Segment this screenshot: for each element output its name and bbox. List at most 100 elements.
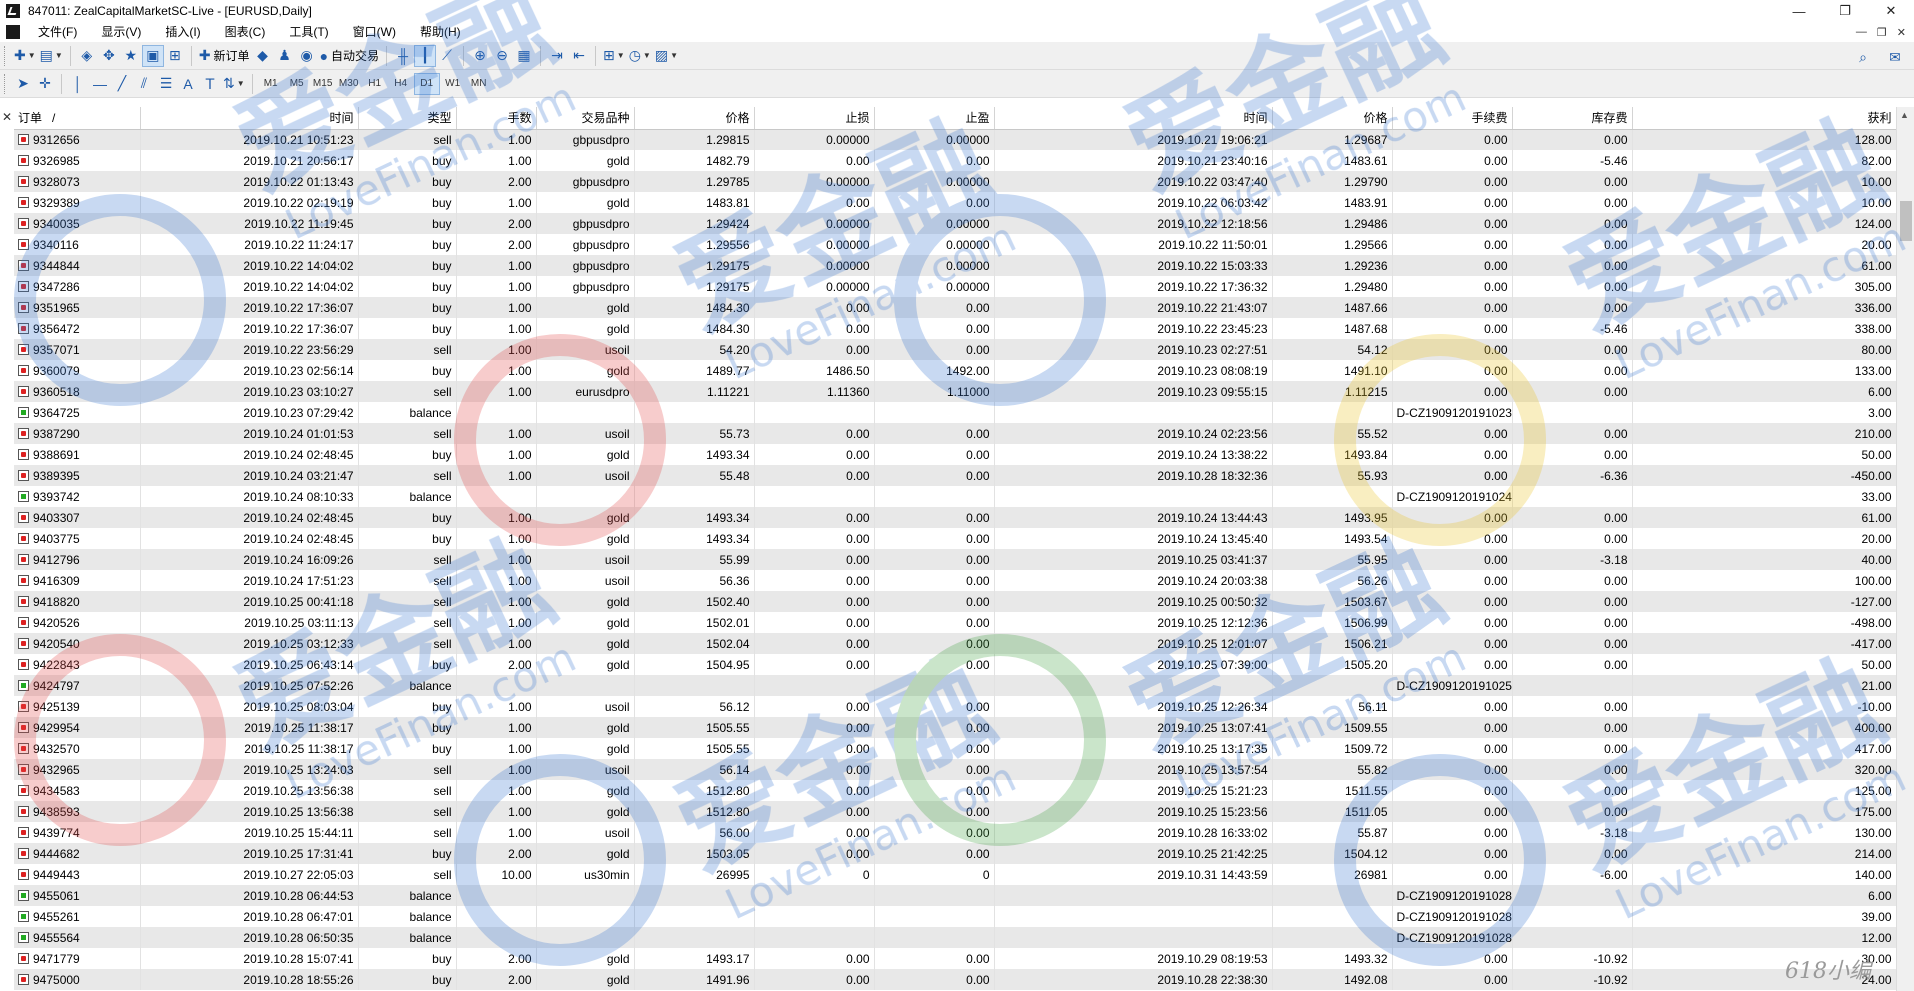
menu-window[interactable]: 窗口(W) [347,22,402,42]
chart-shift-icon[interactable]: ⇤ [568,45,590,67]
new-order-button[interactable]: ✚ 新订单 [197,45,252,67]
timeframe-m1[interactable]: M1 [258,73,284,95]
table-row[interactable]: 9455564 2019.10.28 06:50:35 balance D-CZ190… [14,927,1896,948]
table-row[interactable]: 9360079 2019.10.23 02:56:14 buy 1.00 gold 148… [14,360,1896,381]
column-header-lots[interactable]: 手数 [456,107,537,130]
menu-help[interactable]: 帮助(H) [414,22,467,42]
terminal-icon[interactable]: ▣ [141,44,164,67]
table-row[interactable]: 9357071 2019.10.22 23:56:29 sell 1.00 usoil 5… [14,339,1896,360]
column-header-stop-loss[interactable]: 止损 [754,107,875,130]
new-chart-icon[interactable]: ✚ ▼ [12,45,38,67]
table-row[interactable]: 9403775 2019.10.24 02:48:45 buy 1.00 gold 149… [14,528,1896,549]
auto-trading-button[interactable]: ● 自动交易 [318,45,381,67]
bar-chart-icon[interactable]: ╫ [392,45,414,67]
column-header-swap[interactable]: 库存费 [1512,107,1633,130]
table-row[interactable]: 9412796 2019.10.24 16:09:26 sell 1.00 usoil 5… [14,549,1896,570]
mdi-minimize-button[interactable]: — [1856,26,1867,38]
toolbar-grip[interactable] [4,45,7,66]
column-header-symbol[interactable]: 交易品种 [536,107,635,130]
menu-view[interactable]: 显示(V) [95,22,147,42]
signals-icon[interactable]: ♟ [274,45,296,67]
timeframe-h1[interactable]: H1 [362,73,388,95]
table-row[interactable]: 9328073 2019.10.22 01:13:43 buy 2.00 gbpusdp… [14,171,1896,192]
mdi-restore-button[interactable]: ❐ [1877,26,1887,39]
indicators-icon[interactable]: ⊞ ▼ [601,45,627,67]
table-row[interactable]: 9356472 2019.10.22 17:36:07 buy 1.00 gold 148… [14,318,1896,339]
table-row[interactable]: 9416309 2019.10.24 17:51:23 sell 1.00 usoil 5… [14,570,1896,591]
arrows-icon[interactable]: ⇅ ▼ [221,73,247,95]
table-row[interactable]: 9340035 2019.10.22 11:19:45 buy 2.00 gbpusdp… [14,213,1896,234]
column-header-type[interactable]: 类型 [358,107,457,130]
restore-button[interactable]: ❐ [1822,0,1868,22]
column-header-open-time[interactable]: 时间 [140,107,359,130]
table-row[interactable]: 9422843 2019.10.25 06:43:14 buy 2.00 gold 150… [14,654,1896,675]
table-row[interactable]: 9425139 2019.10.25 08:03:04 buy 1.00 usoil 56… [14,696,1896,717]
table-row[interactable]: 9438593 2019.10.25 13:56:38 sell 1.00 gold 15… [14,801,1896,822]
table-row[interactable]: 9393742 2019.10.24 08:10:33 balance D-CZ190… [14,486,1896,507]
column-header-take-profit[interactable]: 止盈 [874,107,995,130]
vertical-line-icon[interactable]: │ [67,73,89,95]
table-row[interactable]: 9455061 2019.10.28 06:44:53 balance D-CZ190… [14,885,1896,906]
table-row[interactable]: 9388691 2019.10.24 02:48:45 buy 1.00 gold 149… [14,444,1896,465]
candlestick-icon[interactable]: ┃ [414,44,437,67]
table-row[interactable]: 9434583 2019.10.25 13:56:38 sell 1.00 gold 15… [14,780,1896,801]
minimize-button[interactable]: — [1776,0,1822,22]
zoom-in-icon[interactable]: ⊕ [469,45,491,67]
column-header-close-price[interactable]: 价格 [1272,107,1393,130]
cursor-icon[interactable]: ➤ [12,73,34,95]
table-row[interactable]: 9424797 2019.10.25 07:52:26 balance D-CZ190… [14,675,1896,696]
timeframe-w1[interactable]: W1 [440,73,466,95]
line-chart-icon[interactable]: ⟋ [436,45,458,67]
column-header-commission[interactable]: 手续费 [1392,107,1513,130]
table-row[interactable]: 9360518 2019.10.23 03:10:27 sell 1.00 eurusd… [14,381,1896,402]
table-row[interactable]: 9403307 2019.10.24 02:48:45 buy 1.00 gold 149… [14,507,1896,528]
table-row[interactable]: 9326985 2019.10.21 20:56:17 buy 1.00 gold 148… [14,150,1896,171]
column-header-profit[interactable]: 获利 [1632,107,1896,130]
scroll-up-icon[interactable]: ▲ [1900,110,1909,120]
close-button[interactable]: ✕ [1868,0,1914,22]
chart-window-icon[interactable] [6,25,20,39]
table-row[interactable]: 9387290 2019.10.24 01:01:53 sell 1.00 usoil 5… [14,423,1896,444]
periods-icon[interactable]: ◷ ▼ [627,45,653,67]
scrollbar-thumb[interactable] [1900,201,1912,241]
timeframe-m5[interactable]: M5 [284,73,310,95]
table-row[interactable]: 9312656 2019.10.21 10:51:23 sell 1.00 gbpusd… [14,129,1896,150]
timeframe-m30[interactable]: M30 [336,73,362,95]
tile-windows-icon[interactable]: ▦ [513,45,535,67]
zoom-out-icon[interactable]: ⊖ [491,45,513,67]
table-row[interactable]: 9444682 2019.10.25 17:31:41 buy 2.00 gold 150… [14,843,1896,864]
toolbar-grip[interactable] [4,73,7,94]
mdi-close-button[interactable]: ✕ [1897,26,1906,39]
column-header-close-time[interactable]: 时间 [994,107,1273,130]
fibonacci-icon[interactable]: ☰ [155,73,177,95]
radio-icon[interactable]: ◉ [296,45,318,67]
templates-icon[interactable]: ▨ ▼ [653,45,680,67]
table-row[interactable]: 9449443 2019.10.27 22:05:03 sell 10.00 us30m… [14,864,1896,885]
table-row[interactable]: 9432965 2019.10.25 13:24:03 sell 1.00 usoil 5… [14,759,1896,780]
menu-file[interactable]: 文件(F) [32,22,83,42]
menu-insert[interactable]: 插入(I) [159,22,206,42]
vertical-scrollbar[interactable]: ▲ [1896,107,1914,991]
data-window-icon[interactable]: ✥ [98,45,120,67]
table-row[interactable]: 9432570 2019.10.25 11:38:17 buy 1.00 gold 150… [14,738,1896,759]
table-row[interactable]: 9471779 2019.10.28 15:07:41 buy 2.00 gold 149… [14,948,1896,969]
timeframe-d1[interactable]: D1 [413,72,440,95]
navigator-icon[interactable]: ★ [120,45,142,67]
close-icon[interactable]: ✕ [2,110,12,124]
table-row[interactable]: 9351965 2019.10.22 17:36:07 buy 1.00 gold 148… [14,297,1896,318]
table-row[interactable]: 9420526 2019.10.25 03:11:13 sell 1.00 gold 15… [14,612,1896,633]
timeframe-m15[interactable]: M15 [310,73,336,95]
horizontal-line-icon[interactable]: — [89,73,111,95]
table-row[interactable]: 9364725 2019.10.23 07:29:42 balance D-CZ190… [14,402,1896,423]
timeframe-mn[interactable]: MN [466,73,492,95]
table-row[interactable]: 9344844 2019.10.22 14:04:02 buy 1.00 gbpusdp… [14,255,1896,276]
menu-tools[interactable]: 工具(T) [283,22,334,42]
table-row[interactable]: 9347286 2019.10.22 14:04:02 buy 1.00 gbpusdp… [14,276,1896,297]
market-watch-icon[interactable]: ◈ [76,45,98,67]
channel-icon[interactable]: ⫽ [133,73,155,95]
table-row[interactable]: 9455261 2019.10.28 06:47:01 balance D-CZ190… [14,906,1896,927]
chat-icon[interactable]: ✉ [1884,46,1906,68]
table-row[interactable]: 9475000 2019.10.28 18:55:26 buy 2.00 gold 149… [14,969,1896,990]
timeframe-h4[interactable]: H4 [388,73,414,95]
menu-charts[interactable]: 图表(C) [219,22,272,42]
